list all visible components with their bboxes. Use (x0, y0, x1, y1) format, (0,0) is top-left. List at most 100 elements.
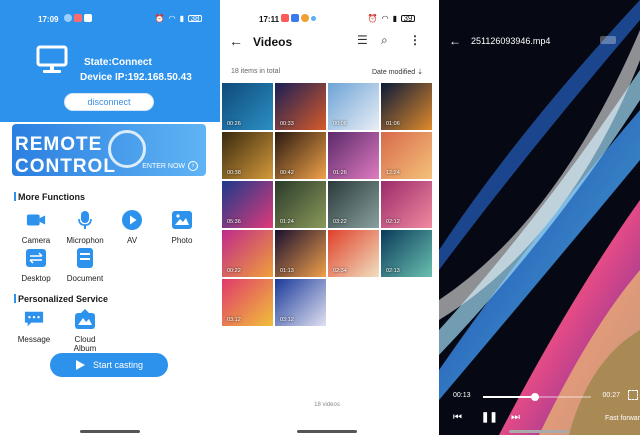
video-duration: 03:22 (333, 219, 347, 225)
video-thumbnail[interactable]: 02:12 (381, 181, 432, 228)
video-duration: 01:06 (386, 121, 400, 127)
video-duration: 00:26 (227, 121, 241, 127)
video-duration: 05:36 (227, 219, 241, 225)
video-file-name: 251126093946.mp4 (471, 36, 551, 46)
photo-button[interactable]: Photo (160, 210, 204, 245)
connection-info: State:Connect Device IP:192.168.50.43 (80, 55, 192, 85)
video-thumbnail[interactable]: 02:34 (328, 230, 379, 277)
video-thumbnail[interactable]: 05:36 (222, 181, 273, 228)
video-thumbnail[interactable]: 00:26 (222, 83, 273, 130)
cast-badge-icon[interactable] (600, 36, 616, 44)
video-thumbnail[interactable]: 01:13 (275, 230, 326, 277)
system-icons: ⏰ ◠ ▮ 39 (368, 14, 415, 23)
video-duration: 00:22 (227, 268, 241, 274)
previous-icon[interactable]: ⏮ (453, 412, 462, 423)
message-icon (24, 309, 44, 329)
document-button[interactable]: Document (63, 248, 107, 283)
battery-icon: 39 (401, 15, 415, 23)
fast-forward-label[interactable]: Fast forwar (605, 415, 640, 422)
status-time: 17:11 (259, 15, 280, 24)
device-ip: Device IP:192.168.50.43 (80, 72, 192, 83)
microphone-button[interactable]: Microphon (63, 210, 107, 245)
battery-icon: 38 (188, 15, 202, 23)
status-time: 17:09 (38, 15, 59, 24)
app-notification-icon (301, 14, 309, 22)
seek-bar[interactable] (483, 393, 591, 401)
video-thumbnail[interactable]: 01:24 (275, 181, 326, 228)
video-thumbnail[interactable]: 03:12 (275, 279, 326, 326)
home-indicator[interactable] (80, 430, 140, 433)
back-arrow-icon[interactable]: ← (449, 34, 461, 48)
photo-icon (172, 210, 192, 230)
app-notification-icon (281, 14, 289, 22)
message-button[interactable]: Message (12, 309, 56, 344)
video-thumbnail[interactable]: 00:06 (328, 83, 379, 130)
video-thumbnail[interactable]: 00:33 (275, 83, 326, 130)
camera-button[interactable]: Camera (14, 210, 58, 245)
video-player-screen: ← 251126093946.mp4 00:13 00:27 ⏮ ❚❚ ⏭ Fa… (439, 0, 640, 435)
personalized-service-title: Personalized Service (14, 294, 108, 304)
video-thumbnail[interactable]: 12:24 (381, 132, 432, 179)
photo-label: Photo (171, 236, 193, 245)
av-button[interactable]: AV (110, 210, 154, 245)
document-icon (75, 248, 95, 268)
video-thumbnail[interactable]: 03:12 (222, 279, 273, 326)
video-thumbnail[interactable]: 02:13 (381, 230, 432, 277)
enter-now-link[interactable]: ENTER NOW › (142, 161, 198, 171)
seek-handle[interactable] (530, 393, 539, 401)
video-thumbnail[interactable]: 03:22 (328, 181, 379, 228)
video-duration: 03:12 (280, 317, 294, 323)
app-notification-icon (64, 14, 72, 22)
microphone-icon (75, 210, 95, 230)
arrow-right-icon: › (188, 161, 198, 171)
list-view-icon[interactable]: ☰ (357, 33, 368, 47)
item-count: 18 items in total (231, 68, 281, 75)
app-notification-icon (311, 16, 316, 21)
home-indicator[interactable] (297, 430, 357, 433)
start-casting-label: Start casting (92, 360, 144, 370)
cloud-album-button[interactable]: Cloud Album (63, 309, 107, 353)
more-functions-title: More Functions (14, 192, 85, 202)
video-duration: 00:38 (227, 170, 241, 176)
video-thumbnail[interactable]: 00:42 (275, 132, 326, 179)
sort-selector[interactable]: Date modified ⇣ (372, 68, 423, 76)
video-thumbnail[interactable]: 01:06 (381, 83, 432, 130)
player-header: ← 251126093946.mp4 (449, 34, 550, 48)
start-casting-button[interactable]: Start casting (50, 353, 168, 377)
camera-label: Camera (21, 236, 51, 245)
cloud-album-label: Cloud Album (73, 335, 97, 353)
video-thumbnail[interactable]: 00:38 (222, 132, 273, 179)
video-duration: 02:12 (386, 219, 400, 225)
more-options-icon[interactable]: ⋮ (409, 33, 421, 47)
cloud-album-icon (75, 309, 95, 329)
video-count-footer: 18 videos (314, 402, 340, 408)
total-time: 00:27 (602, 392, 620, 399)
app-notification-icon (291, 14, 299, 22)
video-thumbnail[interactable]: 01:26 (328, 132, 379, 179)
av-label: AV (126, 236, 138, 245)
remote-control-banner[interactable]: REMOTE CONTROL ENTER NOW › (12, 124, 206, 176)
desktop-button[interactable]: Desktop (14, 248, 58, 283)
pause-icon[interactable]: ❚❚ (481, 412, 498, 423)
home-indicator[interactable] (509, 430, 569, 433)
next-icon[interactable]: ⏭ (511, 412, 520, 423)
search-icon[interactable]: ⌕ (381, 33, 388, 48)
camera-icon (26, 210, 46, 230)
enter-now-label: ENTER NOW (142, 162, 185, 170)
video-thumbnail[interactable]: 00:22 (222, 230, 273, 277)
video-duration: 02:13 (386, 268, 400, 274)
alarm-icon: ⏰ (367, 14, 378, 23)
video-duration: 01:26 (333, 170, 347, 176)
wifi-icon: ◠ (168, 14, 176, 23)
video-duration: 00:33 (280, 121, 294, 127)
back-arrow-icon[interactable]: ← (229, 33, 243, 49)
video-duration: 12:24 (386, 170, 400, 176)
video-frame (439, 0, 640, 435)
status-bar: 17:09 ⏰ ◠ ▮ 38 (0, 0, 220, 34)
remote-control-screen: 17:09 ⏰ ◠ ▮ 38 State:Connect Device IP:1… (0, 0, 220, 435)
wifi-icon: ◠ (381, 14, 389, 23)
fullscreen-icon[interactable] (628, 390, 638, 400)
video-duration: 02:34 (333, 268, 347, 274)
status-bar: 17:11 ⏰ ◠ ▮ 39 (221, 0, 433, 34)
disconnect-button[interactable]: disconnect (64, 93, 154, 111)
